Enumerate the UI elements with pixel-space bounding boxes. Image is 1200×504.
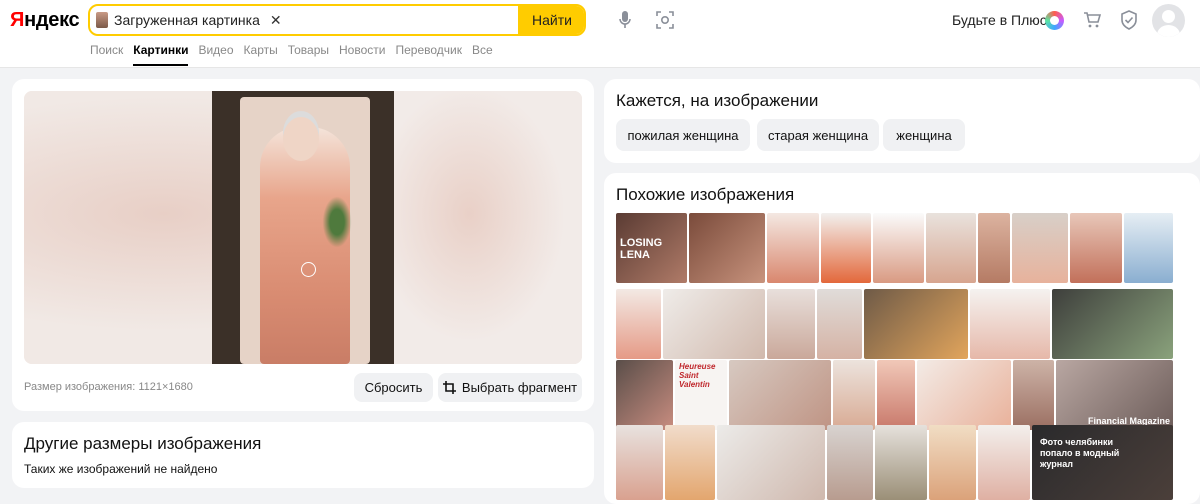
tab-news[interactable]: Новости [339,43,385,66]
similar-image-tile[interactable] [767,213,819,283]
similar-image-tile[interactable] [978,213,1010,283]
uploaded-image-chip-label: Загруженная картинка [114,12,260,28]
tile-caption-chelyabinsk: Фото челябинки попало в модный журнал [1040,437,1120,469]
tile-caption-valentin: Heureuse Saint Valentin [679,362,716,389]
detected-objects-card: Кажется, на изображении пожилая женщина … [604,79,1200,163]
photo-frame [240,97,370,364]
tab-search[interactable]: Поиск [90,43,123,66]
similar-image-tile[interactable] [817,289,862,359]
other-sizes-card: Другие размеры изображения Таких же изоб… [12,422,594,488]
plus-promo-link[interactable]: Будьте в Плюсе [952,12,1055,28]
reset-button[interactable]: Сбросить [354,373,433,402]
similar-image-tile[interactable] [665,425,715,500]
similar-image-tile[interactable] [1124,213,1173,283]
select-fragment-label: Выбрать фрагмент [461,380,578,395]
similar-image-tile[interactable] [616,360,673,430]
similar-image-tile[interactable] [978,425,1030,500]
select-fragment-button[interactable]: Выбрать фрагмент [438,373,582,402]
avatar[interactable] [1152,4,1185,37]
similar-image-tile[interactable] [873,213,924,283]
similar-image-tile[interactable] [1012,213,1068,283]
similar-image-tile[interactable]: Heureuse Saint Valentin [675,360,727,430]
similar-images-title: Похожие изображения [616,185,795,204]
similar-image-tile[interactable] [1052,289,1173,359]
similar-image-tile[interactable] [767,289,815,359]
clear-chip-icon[interactable]: ✕ [270,12,282,29]
tab-maps[interactable]: Карты [244,43,278,66]
image-preview[interactable] [24,91,582,364]
similar-image-tile[interactable] [1070,213,1122,283]
search-bar[interactable]: Загруженная картинка ✕ Найти [88,4,586,36]
similar-image-tile[interactable]: Фото челябинки попало в модный журнал [1032,425,1173,500]
photo-branch [320,192,354,252]
similar-image-tile[interactable] [877,360,915,430]
tab-images[interactable]: Картинки [133,43,189,66]
tab-products[interactable]: Товары [288,43,329,66]
similar-image-tile[interactable] [970,289,1050,359]
similar-image-tile[interactable]: Financial Magazine [1056,360,1173,430]
similar-images-card: Похожие изображения LOSING LENA Heureuse… [604,173,1200,504]
focus-point-icon[interactable] [301,262,316,277]
header: Яндекс Загруженная картинка ✕ Найти Будь… [0,0,1200,68]
detected-objects-title: Кажется, на изображении [616,91,819,110]
tab-translator[interactable]: Переводчик [395,43,462,66]
similar-image-tile[interactable] [717,425,825,500]
similar-image-tile[interactable] [827,425,873,500]
tab-video[interactable]: Видео [198,43,233,66]
similar-image-tile[interactable] [663,289,765,359]
camera-search-icon[interactable] [655,10,675,30]
similar-image-tile[interactable] [616,289,661,359]
similar-image-tile[interactable] [616,425,663,500]
search-button[interactable]: Найти [518,6,584,34]
image-size-label: Размер изображения: 1121×1680 [24,381,193,393]
similar-image-tile[interactable] [729,360,831,430]
similar-image-tile[interactable] [926,213,976,283]
other-sizes-status: Таких же изображений не найдено [24,462,218,476]
similar-image-tile[interactable] [1013,360,1054,430]
tag-old-woman[interactable]: старая женщина [757,119,879,151]
mic-icon[interactable] [615,10,635,30]
search-tabs: Поиск Картинки Видео Карты Товары Новост… [90,43,493,66]
plus-icon[interactable] [1045,11,1064,30]
similar-image-tile[interactable]: LOSING LENA [616,213,687,283]
similar-image-tile[interactable] [875,425,927,500]
tag-woman[interactable]: женщина [883,119,965,151]
similar-image-tile[interactable] [689,213,765,283]
tag-elderly-woman[interactable]: пожилая женщина [616,119,750,151]
other-sizes-title: Другие размеры изображения [24,434,262,453]
image-viewer-card: Размер изображения: 1121×1680 Сбросить В… [12,79,594,411]
similar-image-tile[interactable] [917,360,1011,430]
blurred-background-right [394,91,582,364]
tile-caption-losing-lena: LOSING LENA [620,237,663,261]
crop-icon [442,381,456,394]
similar-image-tile[interactable] [929,425,976,500]
shield-icon[interactable] [1119,10,1139,30]
tab-all[interactable]: Все [472,43,493,66]
cart-icon[interactable] [1082,10,1102,30]
similar-image-tile[interactable] [833,360,875,430]
yandex-logo[interactable]: Яндекс [10,9,80,32]
similar-image-tile[interactable] [821,213,871,283]
uploaded-photo [212,91,394,364]
uploaded-image-chip[interactable]: Загруженная картинка ✕ [96,10,282,30]
similar-image-tile[interactable] [864,289,968,359]
uploaded-image-thumbnail [96,12,108,28]
photo-head [283,117,319,161]
